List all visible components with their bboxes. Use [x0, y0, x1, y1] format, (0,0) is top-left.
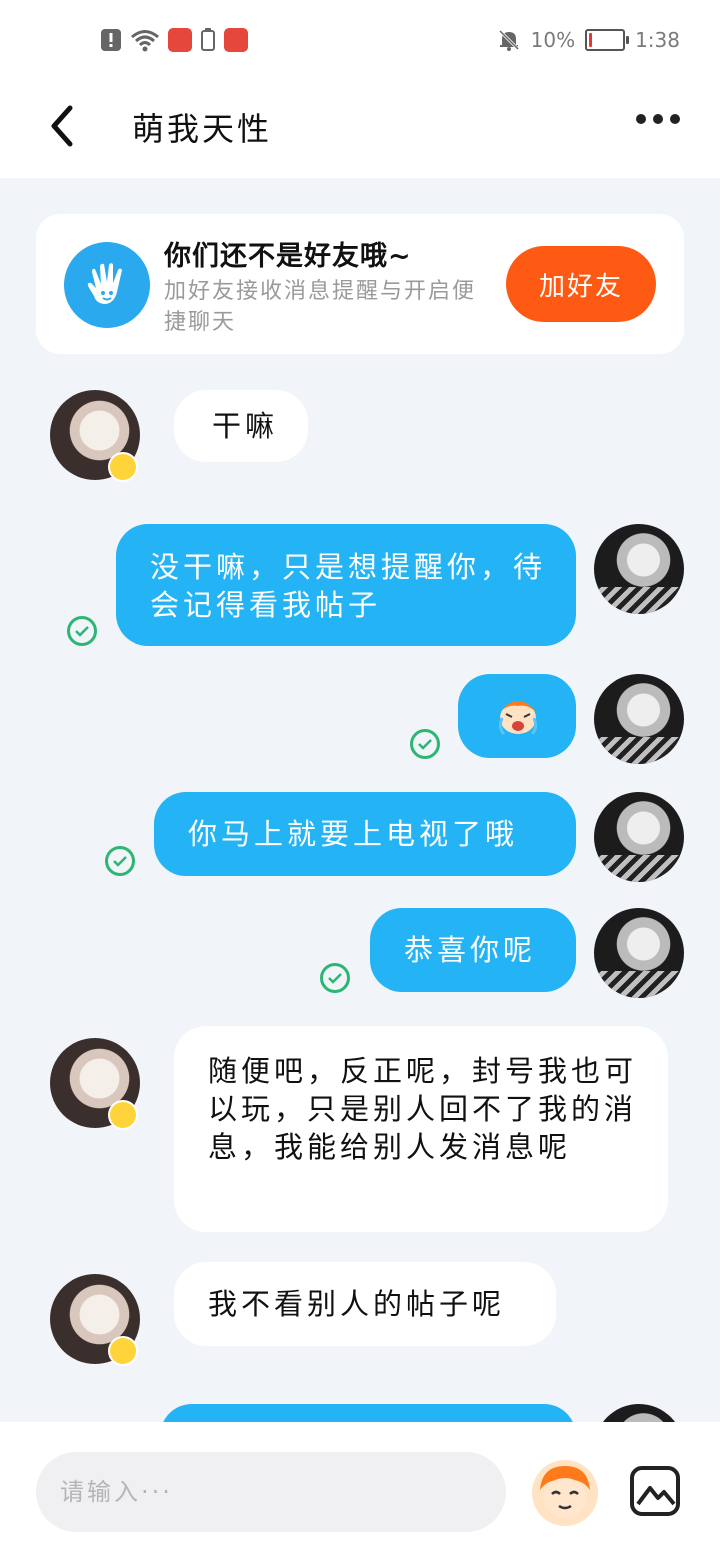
- add-friend-card: 你们还不是好友哦~ 加好友接收消息提醒与开启便捷聊天 加好友: [36, 214, 684, 354]
- more-dot-icon: [653, 114, 663, 124]
- battery-percent: 10%: [530, 28, 576, 52]
- read-check-icon: [410, 729, 440, 759]
- emoji-badge-icon: [108, 1336, 138, 1366]
- emoji-badge-icon: [108, 452, 138, 482]
- friend-card-subtitle: 加好友接收消息提醒与开启便捷聊天: [164, 279, 477, 335]
- more-dot-icon: [670, 114, 680, 124]
- mute-bell-icon: [498, 29, 519, 51]
- message-bubble-outgoing[interactable]: 恭喜你呢: [370, 908, 576, 992]
- my-avatar[interactable]: [594, 674, 684, 764]
- phone-battery-icon: [201, 28, 215, 51]
- message-bubble-incoming[interactable]: 我不看别人的帖子呢: [174, 1262, 556, 1346]
- back-button[interactable]: [44, 102, 84, 150]
- page-title: 萌我天性: [132, 110, 273, 148]
- sticker-button[interactable]: [532, 1460, 598, 1526]
- read-check-icon: [105, 846, 135, 876]
- my-avatar[interactable]: [594, 524, 684, 614]
- emoji-badge-icon: [108, 1100, 138, 1130]
- my-avatar[interactable]: [594, 792, 684, 882]
- read-check-icon: [320, 963, 350, 993]
- more-options-button[interactable]: [636, 114, 680, 124]
- message-bubble-sticker[interactable]: [458, 674, 576, 758]
- chat-header: 萌我天性: [0, 80, 720, 178]
- message-bubble-outgoing[interactable]: 你马上就要上电视了哦: [154, 792, 576, 876]
- sticker-face-icon: [540, 1466, 590, 1518]
- message-bubble-incoming[interactable]: 干嘛: [174, 390, 308, 462]
- chevron-left-icon: [51, 105, 73, 147]
- status-icons-left: [100, 28, 248, 52]
- wave-hand-icon: [64, 242, 150, 328]
- add-friend-button[interactable]: 加好友: [506, 246, 656, 322]
- chat-screen: 10% 1:38 萌我天性 你们还不是好友哦~ 加好友接收消息提醒与开启便捷聊天…: [0, 0, 720, 1560]
- message-bubble-outgoing[interactable]: 没干嘛，只是想提醒你，待会记得看我帖子: [116, 524, 576, 646]
- read-check-icon: [67, 616, 97, 646]
- image-icon: [630, 1466, 680, 1516]
- battery-icon: [585, 29, 630, 51]
- image-button[interactable]: [628, 1464, 682, 1518]
- alert-icon: [101, 29, 121, 51]
- clock: 1:38: [635, 28, 680, 52]
- more-dot-icon: [636, 114, 646, 124]
- friend-card-title: 你们还不是好友哦~: [164, 241, 412, 272]
- message-input-bar: [0, 1422, 720, 1560]
- my-avatar[interactable]: [594, 908, 684, 998]
- message-input[interactable]: [36, 1452, 506, 1532]
- status-icons-right: 10% 1:38: [497, 28, 680, 52]
- message-bubble-incoming[interactable]: 随便吧，反正呢，封号我也可以玩，只是别人回不了我的消息，我能给别人发消息呢: [174, 1026, 668, 1232]
- crying-sticker-icon: [498, 701, 538, 736]
- huawei-store-icon: [168, 28, 192, 52]
- wifi-icon: [131, 30, 159, 52]
- battery-level: [589, 33, 593, 47]
- status-bar: 10% 1:38: [0, 0, 720, 80]
- huawei-store-icon-2: [224, 28, 248, 52]
